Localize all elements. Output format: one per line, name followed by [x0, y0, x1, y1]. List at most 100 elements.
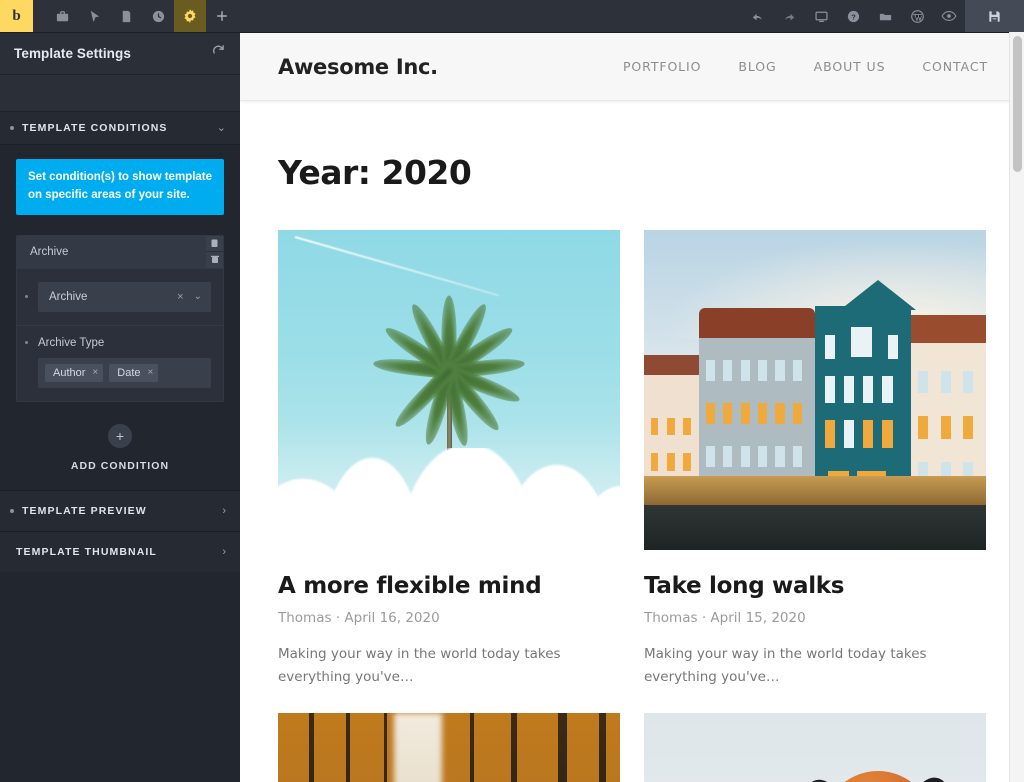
section-bullet-icon	[10, 509, 14, 513]
post-excerpt: Making your way in the world today takes…	[278, 643, 620, 689]
archive-title: Year: 2020	[278, 153, 986, 192]
preview-scrollbar[interactable]	[1009, 32, 1024, 782]
archive-type-label: Archive Type	[38, 337, 104, 349]
post-meta: Thomas · April 15, 2020	[644, 610, 986, 626]
section-label: TEMPLATE CONDITIONS	[22, 122, 168, 134]
condition-select-row: Archive × ⌄	[17, 269, 223, 325]
toolbar-right-group: ?	[741, 0, 1024, 32]
remove-tag-icon[interactable]: ×	[92, 367, 98, 378]
contrail-decoration	[295, 236, 499, 296]
sidebar-spacer	[0, 75, 240, 112]
post-title[interactable]: A more flexible mind	[278, 573, 620, 599]
responsive-icon-button[interactable]	[805, 0, 837, 32]
post-thumbnail-autumn-forest[interactable]	[278, 713, 620, 782]
nav-link-blog[interactable]: BLOG	[738, 59, 776, 74]
post-title[interactable]: Take long walks	[644, 573, 986, 599]
cloud-decoration	[278, 448, 620, 550]
plus-icon	[215, 9, 229, 23]
select-value: Archive	[49, 291, 177, 303]
post-author: Thomas	[644, 610, 698, 626]
delete-button[interactable]	[206, 251, 223, 268]
gear-icon-button[interactable]	[174, 0, 206, 32]
sidebar-header: Template Settings	[0, 33, 240, 75]
post-thumbnail-waterfront[interactable]	[644, 230, 986, 550]
tag-author[interactable]: Author ×	[45, 364, 103, 382]
add-condition-button[interactable]: + ADD CONDITION	[16, 402, 224, 490]
refresh-icon	[211, 44, 226, 59]
nav-link-about-us[interactable]: ABOUT US	[814, 59, 886, 74]
cursor-icon-button[interactable]	[78, 0, 110, 32]
chevron-down-icon: ⌄	[217, 123, 226, 134]
refresh-button[interactable]	[211, 44, 226, 64]
responsive-icon	[814, 9, 829, 24]
page-icon-button[interactable]	[110, 0, 142, 32]
archive-content: Year: 2020	[240, 101, 1024, 782]
post-author: Thomas	[278, 610, 332, 626]
quay-decoration	[644, 476, 986, 505]
undo-icon-button[interactable]	[741, 0, 773, 32]
post-date: April 16, 2020	[344, 610, 439, 626]
post-meta: Thomas · April 16, 2020	[278, 610, 620, 626]
wordpress-icon	[910, 9, 925, 24]
condition-type-select[interactable]: Archive × ⌄	[38, 282, 211, 312]
cursor-icon	[87, 9, 102, 24]
duplicate-button[interactable]	[206, 236, 223, 252]
brand-label: b	[12, 8, 20, 25]
plus-icon-button[interactable]	[206, 0, 238, 32]
meta-separator: ·	[702, 610, 706, 626]
row-bullet-icon	[25, 341, 28, 344]
redo-icon-button[interactable]	[773, 0, 805, 32]
post-thumbnail-fox[interactable]	[644, 713, 986, 782]
briefcase-icon-button[interactable]	[46, 0, 78, 32]
undo-icon	[750, 9, 765, 24]
post-thumbnail-palm-tree[interactable]	[278, 230, 620, 550]
briefcase-icon	[55, 9, 70, 24]
archive-type-group: Archive Type Author × Date ×	[17, 325, 223, 401]
clock-icon	[151, 9, 166, 24]
fox-head-shape	[818, 771, 938, 782]
remove-tag-icon[interactable]: ×	[148, 367, 154, 378]
post-grid: A more flexible mind Thomas · April 16, …	[278, 230, 986, 782]
save-icon	[987, 9, 1002, 24]
tag-date[interactable]: Date ×	[109, 364, 158, 382]
site-preview-canvas: Awesome Inc. PORTFOLIO BLOG ABOUT US CON…	[240, 32, 1024, 782]
folder-icon-button[interactable]	[869, 0, 901, 32]
chevron-down-icon: ⌄	[194, 291, 202, 302]
post-card: A more flexible mind Thomas · April 16, …	[278, 230, 620, 689]
section-header-template-conditions[interactable]: TEMPLATE CONDITIONS ⌄	[0, 112, 240, 145]
template-conditions-body: Set condition(s) to show template on spe…	[0, 145, 240, 490]
condition-card-title: Archive	[17, 236, 206, 268]
save-button[interactable]	[965, 0, 1024, 32]
tag-label: Date	[117, 367, 140, 379]
site-logo[interactable]: Awesome Inc.	[278, 55, 438, 79]
duplicate-icon	[211, 239, 219, 248]
brand-logo-button[interactable]: b	[0, 0, 33, 32]
gear-icon	[182, 8, 198, 24]
water-decoration	[644, 505, 986, 550]
wordpress-icon-button[interactable]	[901, 0, 933, 32]
nav-link-contact[interactable]: CONTACT	[922, 59, 988, 74]
svg-text:?: ?	[851, 12, 856, 21]
toolbar-left-group	[46, 0, 238, 32]
redo-icon	[782, 9, 797, 24]
archive-type-tags[interactable]: Author × Date ×	[38, 358, 211, 388]
section-label: TEMPLATE THUMBNAIL	[16, 546, 157, 558]
eye-icon-button[interactable]	[933, 0, 965, 32]
post-card	[278, 713, 620, 782]
clear-icon[interactable]: ×	[177, 291, 183, 303]
section-bullet-icon	[10, 126, 14, 130]
post-date: April 15, 2020	[710, 610, 805, 626]
scrollbar-thumb[interactable]	[1013, 36, 1022, 172]
section-label: TEMPLATE PREVIEW	[22, 505, 147, 517]
clock-icon-button[interactable]	[142, 0, 174, 32]
site-header: Awesome Inc. PORTFOLIO BLOG ABOUT US CON…	[240, 33, 1024, 101]
nav-link-portfolio[interactable]: PORTFOLIO	[623, 59, 701, 74]
help-icon-button[interactable]: ?	[837, 0, 869, 32]
condition-card: Archive	[16, 235, 224, 402]
section-header-template-thumbnail[interactable]: TEMPLATE THUMBNAIL ›	[0, 531, 240, 572]
section-header-template-preview[interactable]: TEMPLATE PREVIEW ›	[0, 490, 240, 531]
tag-label: Author	[53, 367, 85, 379]
add-condition-label: ADD CONDITION	[16, 460, 224, 472]
chevron-right-icon: ›	[222, 505, 226, 517]
eye-icon	[941, 9, 957, 23]
